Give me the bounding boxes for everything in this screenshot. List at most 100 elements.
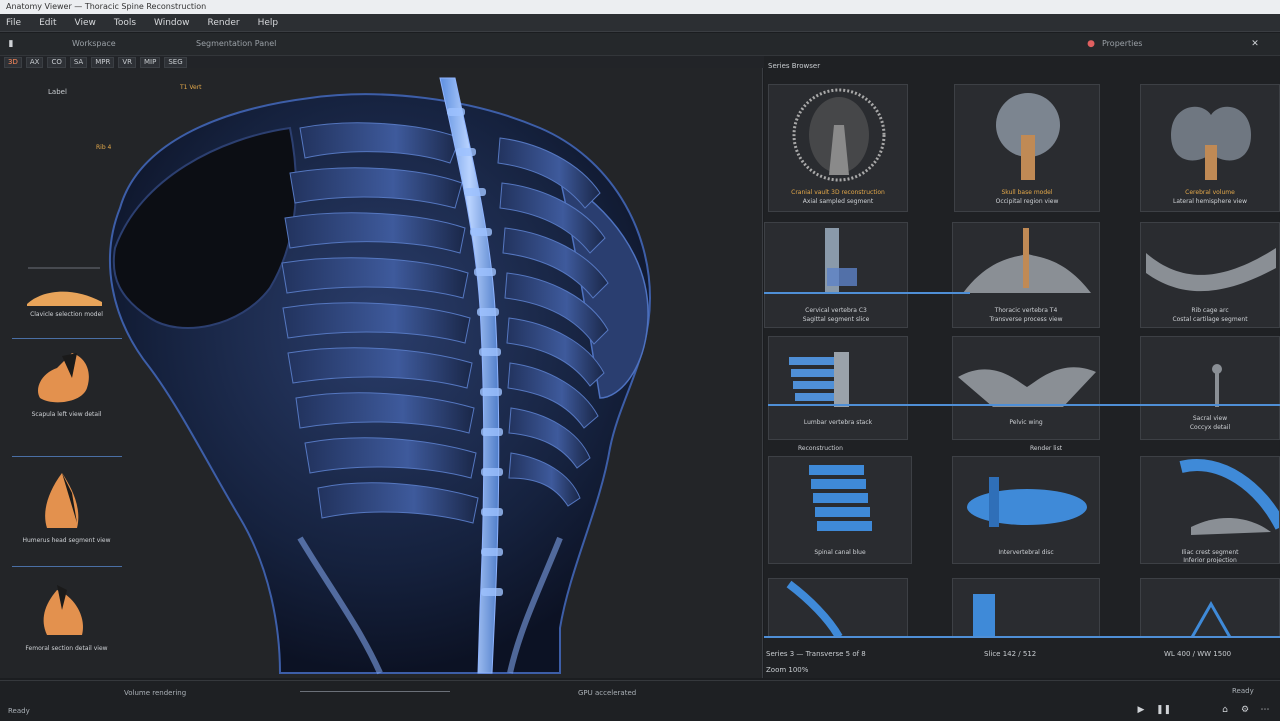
series-thumbnail[interactable]: Skull base model Occipital region view bbox=[954, 84, 1100, 212]
home-icon[interactable]: ⌂ bbox=[1220, 705, 1230, 715]
tab-ax[interactable]: AX bbox=[25, 56, 44, 68]
tab-co[interactable]: CO bbox=[47, 56, 66, 68]
thoracic-vertebra-icon bbox=[963, 228, 1091, 293]
status-line-4: Zoom 100% bbox=[766, 666, 809, 674]
window-title: Anatomy Viewer — Thoracic Spine Reconstr… bbox=[6, 2, 207, 11]
list-item[interactable]: Clavicle selection model bbox=[4, 282, 129, 319]
spinal-canal-icon bbox=[809, 465, 872, 531]
timeline-track[interactable] bbox=[300, 691, 450, 692]
pelvic-wing-icon bbox=[958, 367, 1096, 407]
close-panel-icon[interactable]: ✕ bbox=[1250, 39, 1260, 49]
tab-mip[interactable]: MIP bbox=[140, 56, 161, 68]
series-thumbnail[interactable]: Iliac crest segment Inferior projection bbox=[1140, 456, 1280, 564]
series-thumbnail[interactable]: Pelvic wing bbox=[952, 336, 1100, 440]
cell-label: Sacral view bbox=[1192, 415, 1228, 422]
series-thumbnail[interactable]: Cerebral volume Lateral hemisphere view bbox=[1140, 84, 1280, 212]
tab-vr[interactable]: VR bbox=[118, 56, 136, 68]
cell-sublabel: Coccyx detail bbox=[1189, 424, 1231, 431]
menu-edit[interactable]: Edit bbox=[39, 18, 56, 28]
series-thumbnail[interactable]: Cranial vault 3D reconstruction Axial sa… bbox=[768, 84, 908, 212]
cell-sublabel: Occipital region view bbox=[995, 198, 1059, 205]
pause-icon[interactable]: ❚❚ bbox=[1156, 705, 1171, 715]
list-item-caption: Scapula left view detail bbox=[31, 411, 102, 418]
skull-base-icon bbox=[996, 93, 1060, 180]
series-browser-title: Series Browser bbox=[768, 62, 821, 70]
series-thumbnail[interactable]: Rib cage arc Costal cartilage segment bbox=[1140, 222, 1280, 328]
lumbar-stack-icon bbox=[789, 352, 849, 407]
tibia-slice-icon bbox=[1190, 600, 1232, 637]
ribs-left bbox=[281, 122, 479, 524]
list-item[interactable]: Humerus head segment view bbox=[4, 468, 129, 545]
list-item[interactable]: Femoral section detail view bbox=[4, 580, 129, 653]
series-thumbnail[interactable]: Cervical vertebra C3 Sagittal segment sl… bbox=[764, 222, 908, 328]
cell-sublabel: Inferior projection bbox=[1183, 557, 1237, 564]
status-line-2: Slice 142 / 512 bbox=[984, 650, 1037, 658]
series-thumbnail[interactable]: Lumbar vertebra stack bbox=[768, 336, 908, 440]
series-thumbnail[interactable]: Spinal canal blue bbox=[768, 456, 912, 564]
menu-view[interactable]: View bbox=[75, 18, 96, 28]
tab-seg[interactable]: SEG bbox=[164, 56, 187, 68]
menu-bar: File Edit View Tools Window Render Help bbox=[0, 14, 1280, 32]
iliac-crest-icon bbox=[1179, 459, 1279, 535]
section-label-2: Render list bbox=[1030, 445, 1063, 452]
annotation-t1: T1 Vert bbox=[180, 84, 202, 91]
list-item-caption: Humerus head segment view bbox=[22, 537, 111, 544]
cell-label: Cranial vault 3D reconstruction bbox=[791, 189, 885, 196]
lower-limb-icon bbox=[786, 580, 843, 637]
cell-label: Cerebral volume bbox=[1185, 189, 1235, 196]
toolbar-right-label[interactable]: Properties bbox=[1102, 39, 1142, 48]
series-thumbnail[interactable]: Intervertebral disc bbox=[952, 456, 1100, 564]
toolbar-center-label[interactable]: Segmentation Panel bbox=[196, 39, 276, 48]
series-thumbnail[interactable] bbox=[1140, 578, 1280, 638]
view-tab-strip: 3D AX CO SA MPR VR MIP SEG bbox=[0, 56, 766, 68]
series-thumbnail[interactable] bbox=[768, 578, 908, 638]
toolbar-left-label[interactable]: Workspace bbox=[72, 39, 116, 48]
cerebral-volume-icon bbox=[1171, 106, 1251, 180]
cell-sublabel: Transverse process view bbox=[989, 316, 1063, 323]
row-progress-bar bbox=[764, 292, 970, 294]
cell-sublabel: Lateral hemisphere view bbox=[1173, 198, 1247, 205]
cell-label: Cervical vertebra C3 bbox=[805, 307, 867, 314]
play-icon[interactable]: ▶ bbox=[1136, 705, 1146, 715]
cell-label: Iliac crest segment bbox=[1181, 549, 1239, 556]
series-thumbnail[interactable]: Thoracic vertebra T4 Transverse process … bbox=[952, 222, 1100, 328]
sidebar-toggle-icon[interactable]: ▮ bbox=[6, 39, 16, 49]
menu-file[interactable]: File bbox=[6, 18, 21, 28]
status-left: Ready bbox=[8, 707, 30, 715]
series-thumbnail[interactable] bbox=[952, 578, 1100, 638]
status-right: Ready bbox=[1232, 687, 1254, 695]
cell-sublabel: Costal cartilage segment bbox=[1172, 316, 1248, 323]
cell-sublabel: Sagittal segment slice bbox=[802, 316, 870, 323]
cranial-vault-icon bbox=[792, 88, 886, 182]
row-progress-bar bbox=[764, 636, 1280, 638]
series-thumbnail-grid: Cranial vault 3D reconstruction Axial sa… bbox=[764, 84, 1280, 644]
status-mid: Volume rendering bbox=[124, 689, 187, 697]
list-divider bbox=[12, 566, 122, 567]
humerus-thumb-icon bbox=[45, 473, 79, 528]
menu-tools[interactable]: Tools bbox=[114, 18, 136, 28]
window-title-bar: Anatomy Viewer — Thoracic Spine Reconstr… bbox=[0, 0, 1280, 14]
tab-3d[interactable]: 3D bbox=[4, 56, 22, 68]
clavicle-thumb-icon bbox=[27, 291, 102, 306]
more-icon[interactable]: ⋯ bbox=[1260, 705, 1270, 715]
left-model-list: Clavicle selection model Scapula left vi… bbox=[4, 76, 134, 676]
list-item[interactable]: Scapula left view detail bbox=[4, 348, 129, 419]
settings-icon[interactable]: ⚙ bbox=[1240, 705, 1250, 715]
menu-render[interactable]: Render bbox=[208, 18, 240, 28]
list-divider bbox=[12, 456, 122, 457]
cervical-vertebra-icon bbox=[825, 228, 857, 293]
cell-label: Pelvic wing bbox=[1009, 419, 1043, 426]
femur-thumb-icon bbox=[43, 585, 83, 635]
cell-label: Rib cage arc bbox=[1191, 307, 1229, 314]
scapula-thumb-icon bbox=[37, 353, 89, 403]
menu-window[interactable]: Window bbox=[154, 18, 190, 28]
status-bar: Ready Volume rendering GPU accelerated ▶… bbox=[0, 680, 1280, 721]
cell-label: Intervertebral disc bbox=[998, 549, 1054, 556]
menu-help[interactable]: Help bbox=[258, 18, 279, 28]
record-icon[interactable]: ● bbox=[1086, 39, 1096, 49]
intervertebral-disc-icon bbox=[967, 477, 1087, 527]
tab-mpr[interactable]: MPR bbox=[91, 56, 115, 68]
tab-sa[interactable]: SA bbox=[69, 56, 88, 68]
status-mid-2: GPU accelerated bbox=[578, 689, 637, 697]
series-thumbnail[interactable]: Sacral view Coccyx detail bbox=[1140, 336, 1280, 440]
